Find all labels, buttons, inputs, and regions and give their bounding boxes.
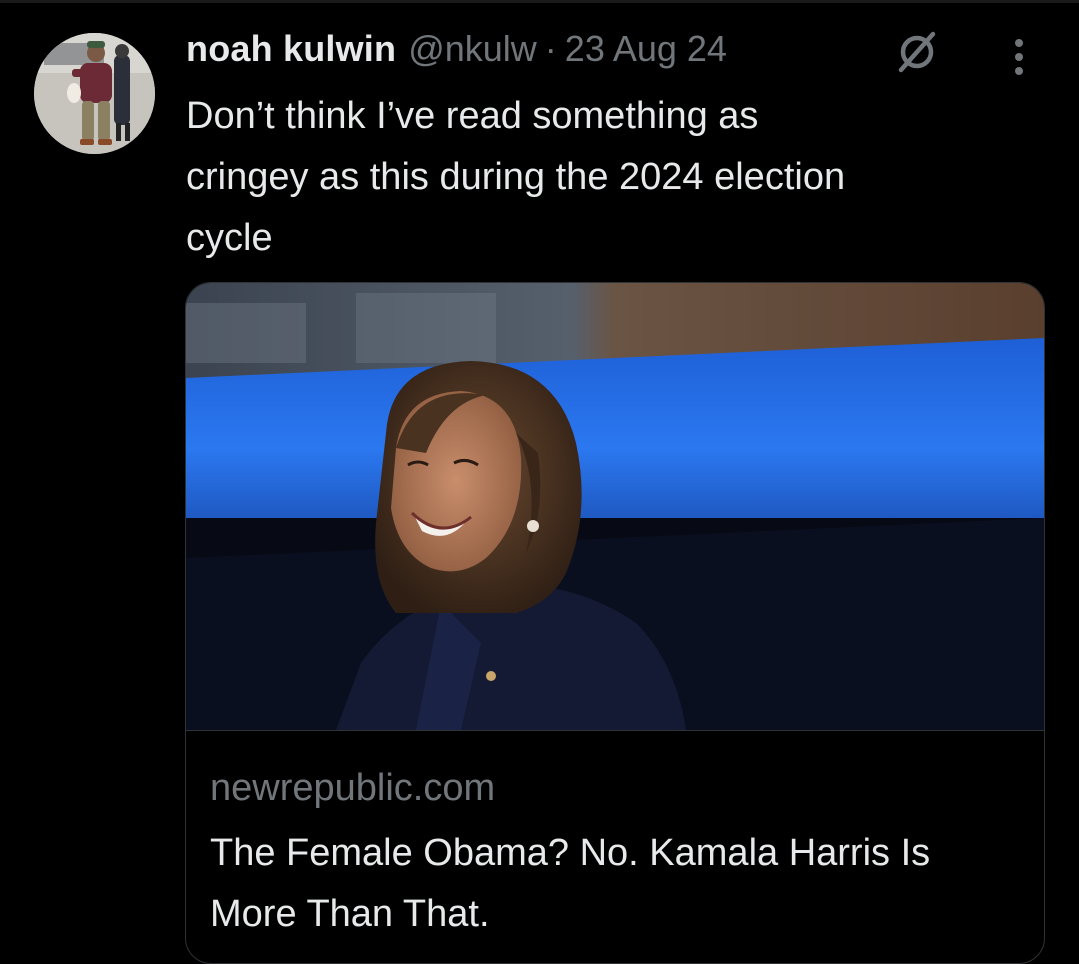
header-separator: · [544,28,557,69]
article-photo-icon [186,283,1044,730]
more-vertical-icon[interactable] [1008,36,1030,80]
article-photo[interactable] [186,283,1044,730]
display-name[interactable]: noah kulwin [186,28,396,70]
tweet-header: noah kulwin @nkulw · 23 Aug 24 [186,28,727,78]
user-handle[interactable]: @nkulw [408,28,537,70]
link-card-meta[interactable]: newrepublic.com The Female Obama? No. Ka… [186,730,1044,963]
user-avatar-photo-icon [34,33,155,154]
slashed-circle-icon [898,31,936,73]
link-card[interactable]: newrepublic.com The Female Obama? No. Ka… [185,282,1045,964]
link-title: The Female Obama? No. Kamala Harris Is M… [210,832,931,935]
top-divider [0,0,1079,3]
tweet-date[interactable]: 23 Aug 24 [565,28,727,70]
link-domain: newrepublic.com [210,767,496,809]
tweet-text: Don’t think I’ve read something as cring… [186,95,846,259]
avatar[interactable] [34,33,155,154]
